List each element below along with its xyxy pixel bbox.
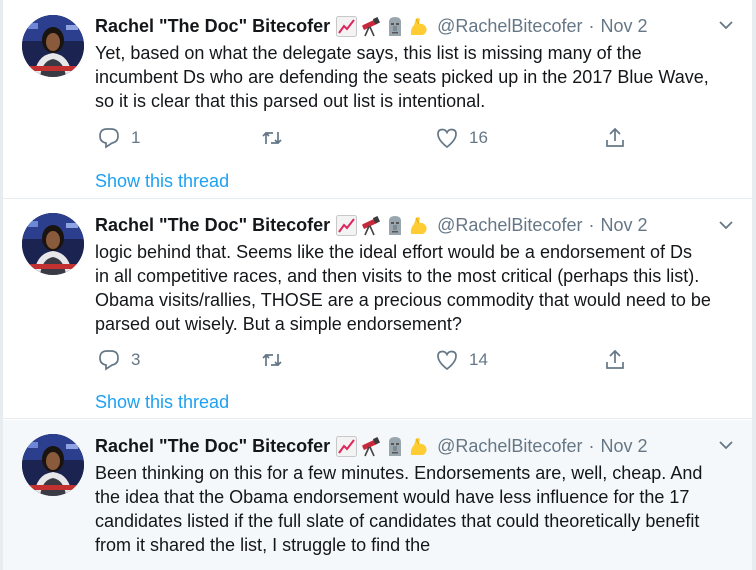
share-button[interactable]: [603, 346, 627, 374]
tweet-text-line: logic behind that. Seems like the ideal …: [95, 242, 693, 262]
user-handle[interactable]: @RachelBitecofer: [437, 215, 582, 236]
display-name[interactable]: Rachel "The Doc" Bitecofer: [95, 16, 330, 37]
like-icon: [435, 348, 459, 372]
chart-increasing-icon: [336, 214, 358, 236]
flexed-biceps-icon: [408, 215, 429, 236]
share-icon: [603, 126, 627, 150]
tweet-header: Rachel "The Doc" Bitecofer @RachelBiteco…: [95, 434, 648, 458]
tweet-actions: 3 14: [95, 346, 655, 374]
telescope-icon: [360, 16, 381, 37]
tweet-text-line: parsed out wisely. But a simple endorsem…: [95, 314, 462, 334]
retweet-icon: [260, 126, 284, 150]
tweet-text-line: incumbent Ds who are defending the seats…: [95, 67, 709, 87]
display-name[interactable]: Rachel "The Doc" Bitecofer: [95, 436, 330, 457]
flexed-biceps-icon: [408, 16, 429, 37]
user-handle[interactable]: @RachelBitecofer: [437, 16, 582, 37]
tweet[interactable]: Rachel "The Doc" Bitecofer @RachelBiteco…: [3, 200, 752, 419]
like-icon: [435, 126, 459, 150]
separator-dot: ·: [588, 435, 595, 456]
share-button[interactable]: [603, 124, 627, 152]
tweet-text-line: in all competitive races, and then visit…: [95, 266, 700, 286]
tweet[interactable]: Rachel "The Doc" Bitecofer @RachelBiteco…: [3, 420, 752, 570]
avatar[interactable]: [22, 213, 84, 275]
like-count: 16: [469, 128, 488, 147]
chart-increasing-icon: [336, 435, 358, 457]
like-button[interactable]: 16: [435, 124, 488, 152]
user-handle[interactable]: @RachelBitecofer: [437, 436, 582, 457]
tweet-text-line: candidates listed if the full slate of c…: [95, 511, 700, 531]
tweet-header: Rachel "The Doc" Bitecofer @RachelBiteco…: [95, 213, 648, 237]
retweet-button[interactable]: [260, 124, 294, 152]
tweet-text-line: so it is clear that this parsed out list…: [95, 91, 486, 111]
flexed-biceps-icon: [408, 436, 429, 457]
tweet-date[interactable]: Nov 2: [600, 16, 647, 37]
avatar[interactable]: [22, 15, 84, 77]
avatar[interactable]: [22, 434, 84, 496]
show-thread-link[interactable]: Show this thread: [95, 171, 229, 192]
chevron-down-icon[interactable]: [717, 218, 735, 232]
tweet-header: Rachel "The Doc" Bitecofer @RachelBiteco…: [95, 14, 648, 38]
name-emojis: [336, 435, 429, 457]
reply-button[interactable]: 3: [97, 346, 140, 374]
tweet-text: logic behind that. Seems like the ideal …: [95, 240, 745, 336]
tweet-text-line: Yet, based on what the delegate says, th…: [95, 43, 642, 63]
separator-dot: ·: [588, 15, 595, 36]
tweet-text-line: Obama visits/rallies, THOSE are a precio…: [95, 290, 711, 310]
name-emojis: [336, 214, 429, 236]
reply-icon: [97, 126, 121, 150]
tweet-text: Been thinking on this for a few minutes.…: [95, 461, 745, 557]
chart-increasing-icon: [336, 15, 358, 37]
tweet-text-line: from it shared the list, I struggle to f…: [95, 535, 431, 555]
moai-icon: [384, 436, 405, 457]
show-thread-link[interactable]: Show this thread: [95, 392, 229, 413]
tweet-date[interactable]: Nov 2: [600, 436, 647, 457]
chevron-down-icon[interactable]: [717, 438, 735, 452]
display-name[interactable]: Rachel "The Doc" Bitecofer: [95, 215, 330, 236]
tweet-text: Yet, based on what the delegate says, th…: [95, 41, 745, 113]
retweet-button[interactable]: [260, 346, 294, 374]
separator-dot: ·: [588, 214, 595, 235]
moai-icon: [384, 215, 405, 236]
tweet-text-line: Been thinking on this for a few minutes.…: [95, 463, 703, 483]
name-emojis: [336, 15, 429, 37]
share-icon: [603, 348, 627, 372]
timeline-scrollbar-track[interactable]: [752, 0, 756, 570]
moai-icon: [384, 16, 405, 37]
reply-button[interactable]: 1: [97, 124, 140, 152]
reply-count: 3: [131, 350, 141, 369]
retweet-icon: [260, 348, 284, 372]
like-count: 14: [469, 350, 488, 369]
chevron-down-icon[interactable]: [717, 18, 735, 32]
reply-icon: [97, 348, 121, 372]
telescope-icon: [360, 215, 381, 236]
tweet-date[interactable]: Nov 2: [600, 215, 647, 236]
tweet-text-line: the idea that the Obama endorsement woul…: [95, 487, 690, 507]
reply-count: 1: [131, 128, 141, 147]
telescope-icon: [360, 436, 381, 457]
tweet[interactable]: Rachel "The Doc" Bitecofer @RachelBiteco…: [3, 0, 752, 199]
like-button[interactable]: 14: [435, 346, 488, 374]
tweet-actions: 1 16: [95, 124, 655, 152]
